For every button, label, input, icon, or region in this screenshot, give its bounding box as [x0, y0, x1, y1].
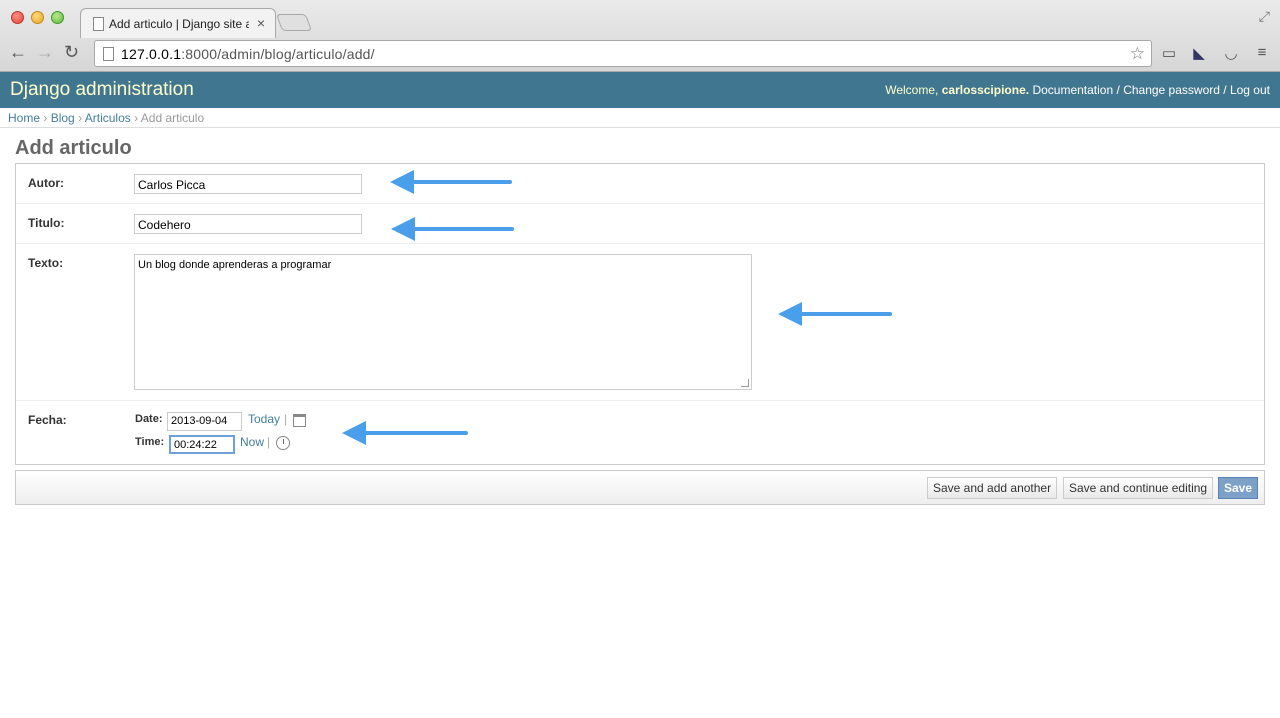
form-row-autor: Autor: Carlos Picca	[16, 164, 1264, 204]
fecha-label: Fecha:	[28, 413, 67, 427]
back-icon[interactable]: ←	[9, 42, 27, 63]
admin-header: Django administration Welcome, carlossci…	[0, 72, 1280, 108]
reload-icon[interactable]: ↻	[64, 42, 79, 63]
breadcrumb-blog[interactable]: Blog	[51, 111, 75, 125]
time-input[interactable]: 00:24:22	[169, 435, 235, 454]
breadcrumb-articulos[interactable]: Articulos	[85, 111, 131, 125]
annotation-arrow	[778, 302, 892, 326]
date-input[interactable]: 2013-09-04	[167, 412, 242, 431]
tab-title: Add articulo | Django site admin	[109, 17, 249, 31]
breadcrumb: Home › Blog › Articulos › Add articulo	[0, 108, 1280, 128]
form-row-titulo: Titulo: Codehero	[16, 204, 1264, 244]
annotation-arrow	[390, 170, 512, 194]
address-bar[interactable]: 127.0.0.1:8000/admin/blog/articulo/add/ …	[94, 40, 1152, 67]
documentation-link[interactable]: Documentation	[1032, 83, 1113, 97]
annotation-arrow	[391, 217, 514, 241]
logout-link[interactable]: Log out	[1230, 83, 1270, 97]
extension-icon[interactable]: ◣	[1190, 44, 1208, 62]
page-title: Add articulo	[15, 137, 132, 159]
bookmark-star-icon[interactable]: ☆	[1130, 44, 1145, 64]
window-maximize-button[interactable]	[51, 11, 64, 24]
extension-icon[interactable]: ▭	[1160, 44, 1178, 62]
site-branding[interactable]: Django administration	[10, 79, 194, 101]
welcome-text: Welcome,	[885, 83, 939, 97]
window-close-button[interactable]	[11, 11, 24, 24]
tab-close-icon[interactable]: ×	[257, 15, 265, 31]
titulo-input[interactable]: Codehero	[134, 214, 362, 234]
save-button[interactable]: Save	[1218, 477, 1259, 499]
url-text[interactable]: 127.0.0.1:8000/admin/blog/articulo/add/	[121, 46, 375, 62]
texto-textarea[interactable]: Un blog donde aprenderas a programar	[134, 254, 752, 390]
today-link[interactable]: Today	[248, 412, 280, 426]
texto-value: Un blog donde aprenderas a programar	[138, 259, 332, 271]
menu-icon[interactable]: ≡	[1253, 44, 1271, 62]
browser-tab[interactable]: Add articulo | Django site admin ×	[80, 8, 276, 38]
texto-label: Texto:	[28, 256, 64, 270]
clock-icon[interactable]	[276, 436, 290, 450]
time-label: Time:	[135, 436, 165, 448]
pocket-icon[interactable]: ◡	[1222, 44, 1240, 62]
username: carlosscipione.	[941, 83, 1030, 97]
forward-icon[interactable]: →	[36, 42, 54, 63]
form-fieldset: Autor: Carlos Picca Titulo: Codehero Tex…	[15, 163, 1265, 465]
fullscreen-icon[interactable]: ⤢	[1259, 8, 1270, 25]
page-icon	[103, 47, 114, 61]
submit-row: Save and add another Save and continue e…	[15, 470, 1265, 505]
form-row-texto: Texto: Un blog donde aprenderas a progra…	[16, 244, 1264, 401]
now-link[interactable]: Now	[240, 435, 264, 449]
change-password-link[interactable]: Change password	[1123, 83, 1220, 97]
save-and-continue-button[interactable]: Save and continue editing	[1063, 477, 1214, 499]
form-row-fecha: Fecha: Date: 2013-09-04 Today | Time: 00…	[16, 401, 1264, 465]
titulo-label: Titulo:	[28, 216, 65, 230]
resize-handle[interactable]	[741, 379, 749, 387]
date-label: Date:	[135, 413, 163, 425]
window-minimize-button[interactable]	[31, 11, 44, 24]
new-tab-button[interactable]	[275, 14, 313, 31]
autor-input[interactable]: Carlos Picca	[134, 174, 362, 194]
page-icon	[93, 17, 104, 31]
calendar-icon[interactable]	[293, 414, 306, 427]
user-tools: Welcome, carlosscipione. Documentation /…	[885, 83, 1270, 97]
breadcrumb-home[interactable]: Home	[8, 111, 40, 125]
annotation-arrow	[342, 421, 468, 445]
browser-chrome: Add articulo | Django site admin × ⤢ ← →…	[0, 0, 1280, 72]
autor-label: Autor:	[28, 176, 64, 190]
save-and-add-another-button[interactable]: Save and add another	[927, 477, 1058, 499]
breadcrumb-current: Add articulo	[140, 111, 205, 125]
